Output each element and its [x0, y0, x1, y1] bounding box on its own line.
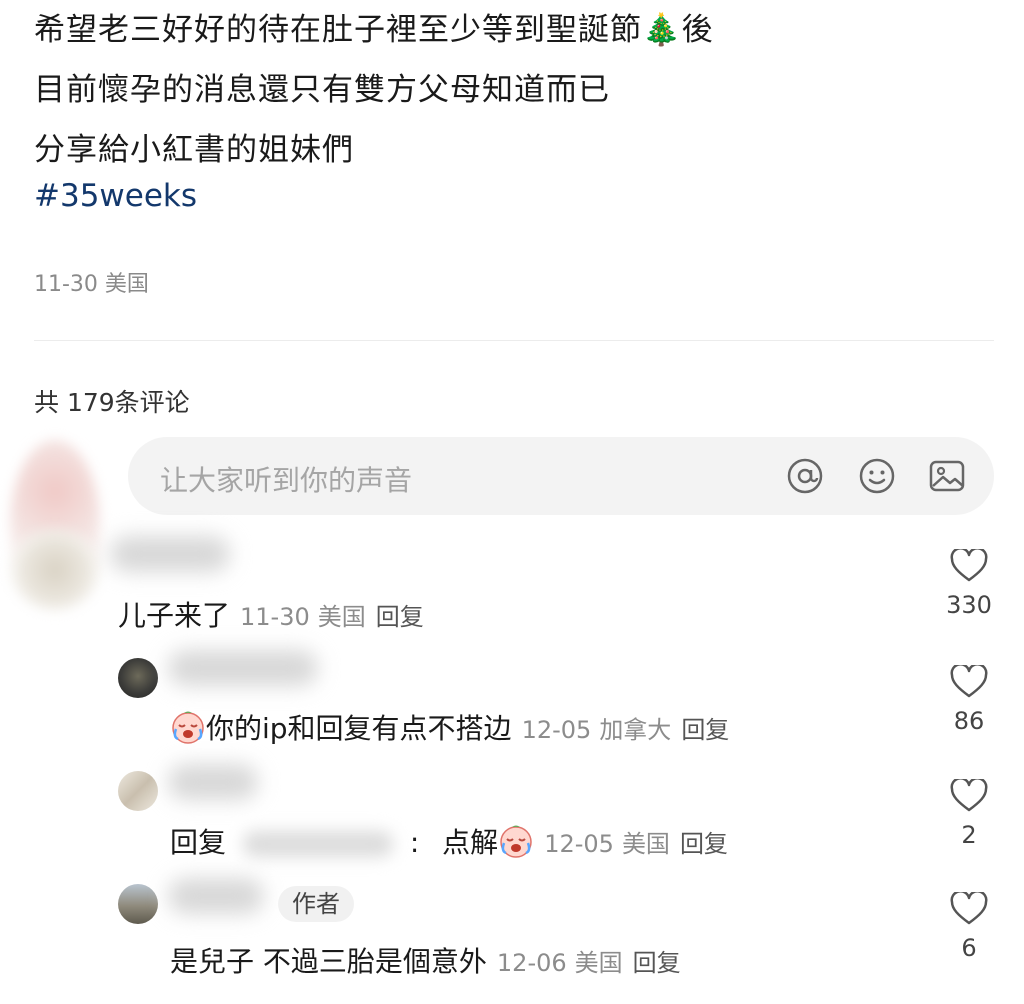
like-count: 330 [946, 591, 992, 619]
mention-blur [242, 831, 393, 857]
comment-2: 你的ip和回复有点不搭边 12-05 加拿大 回复 [170, 707, 729, 752]
commenter-avatar [10, 530, 100, 610]
comment-1: 儿子来了 11-30 美国 回复 [118, 594, 424, 634]
reply-button[interactable]: 回复 [633, 949, 681, 977]
like-count: 86 [953, 707, 985, 735]
like-button[interactable]: 6 [944, 892, 994, 962]
comment-location: 美国 [574, 949, 623, 977]
comment-input[interactable]: 让大家听到你的声音 [128, 437, 994, 515]
post-line-2: 目前懷孕的消息還只有雙方父母知道而已 [34, 72, 610, 108]
comment-location: 加拿大 [599, 716, 672, 744]
crying-face-icon [498, 823, 534, 866]
username-blur [168, 650, 318, 686]
emoji-icon[interactable] [858, 457, 896, 495]
at-icon[interactable] [786, 457, 824, 495]
post-meta: 11-30 美国 [34, 272, 149, 297]
comment-input-placeholder: 让大家听到你的声音 [160, 464, 413, 497]
comment-text: 儿子来了 [118, 599, 231, 632]
comment-text: 你的ip和回复有点不搭边 [206, 712, 512, 745]
comment-date: 12-06 [496, 949, 567, 977]
reply-prefix: 回复 [170, 826, 227, 859]
crying-face-icon [170, 709, 206, 752]
comment-4: 是兒子 不過三胎是個意外 12-06 美国 回复 [170, 940, 681, 980]
comment-3: 回复 : 点解 12-05 美国 回复 [170, 821, 728, 866]
heart-icon [950, 549, 988, 582]
username-blur [168, 878, 264, 914]
username-blur [110, 536, 230, 572]
divider [34, 340, 994, 341]
image-icon[interactable] [928, 457, 966, 495]
like-count: 6 [961, 934, 977, 962]
author-badge: 作者 [278, 886, 354, 922]
comment-date: 12-05 [521, 716, 592, 744]
like-button[interactable]: 2 [944, 779, 994, 849]
reply-avatar [118, 658, 158, 698]
like-button[interactable]: 330 [944, 549, 994, 619]
hashtag-link[interactable]: #35weeks [34, 178, 197, 214]
heart-icon [950, 892, 988, 925]
post-line-3: 分享給小紅書的姐妹們 [34, 132, 354, 168]
post-line-1: 希望老三好好的待在肚子裡至少等到聖誕節🎄後 [34, 12, 714, 48]
reply-button[interactable]: 回复 [680, 830, 728, 858]
comment-date: 11-30 [240, 603, 310, 631]
comment-date: 12-05 [544, 830, 614, 858]
like-count: 2 [961, 821, 977, 849]
author-avatar [118, 884, 158, 924]
comments-header: 共 179条评论 [34, 388, 190, 417]
comment-text: 点解 [442, 826, 499, 859]
like-button[interactable]: 86 [944, 665, 994, 735]
heart-icon [950, 779, 988, 812]
username-blur [168, 764, 258, 800]
comment-location: 美国 [317, 603, 366, 631]
heart-icon [950, 665, 988, 698]
comment-text: 是兒子 不過三胎是個意外 [170, 945, 487, 978]
reply-button[interactable]: 回复 [376, 603, 424, 631]
reply-avatar [118, 771, 158, 811]
reply-colon: : [409, 826, 420, 859]
comment-location: 美国 [621, 830, 670, 858]
reply-button[interactable]: 回复 [681, 716, 729, 744]
